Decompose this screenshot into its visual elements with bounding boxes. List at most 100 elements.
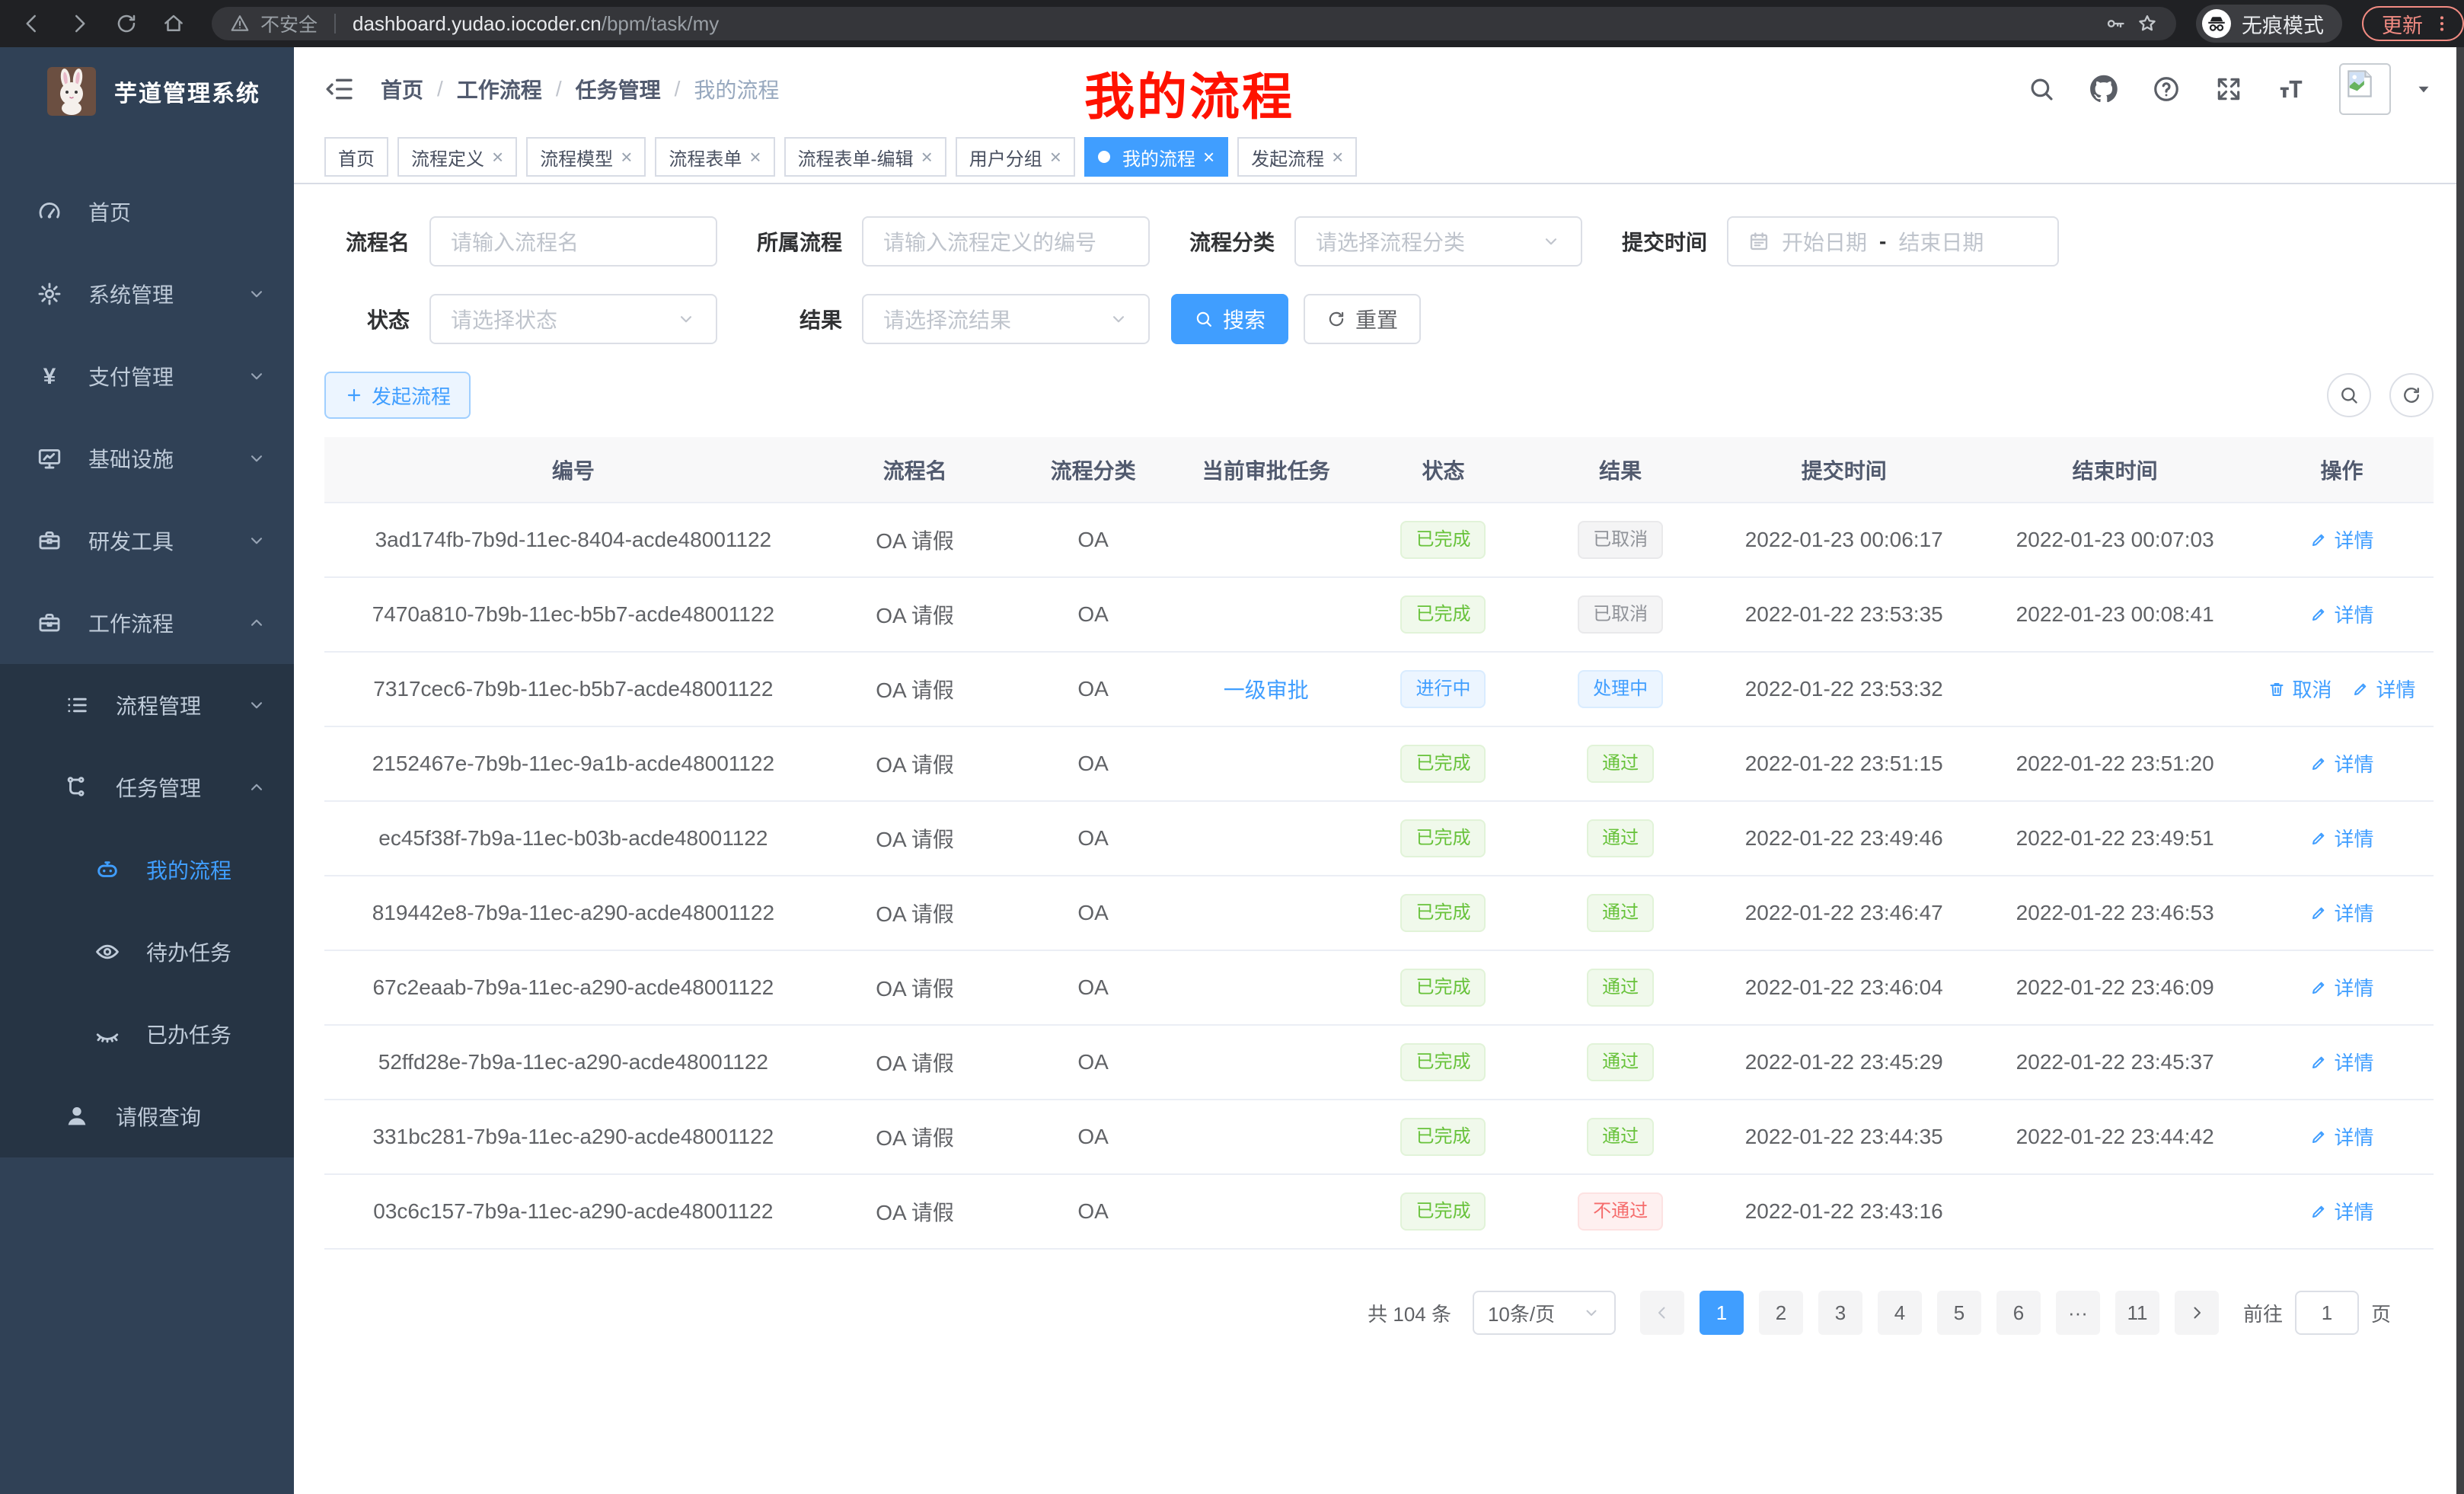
next-page-button[interactable]: [2175, 1291, 2219, 1335]
tab-process-form-edit[interactable]: 流程表单-编辑×: [784, 137, 946, 177]
window-scrollbar[interactable]: [2456, 47, 2464, 1494]
sidebar-item-system[interactable]: 系统管理: [0, 253, 294, 335]
reload-icon[interactable]: [113, 10, 140, 37]
process-name-input[interactable]: 请输入流程名: [429, 216, 717, 267]
avatar[interactable]: [2339, 63, 2391, 115]
process-category-select[interactable]: 请选择流程分类: [1294, 216, 1582, 267]
page-button[interactable]: 5: [1937, 1291, 1981, 1335]
tab-home[interactable]: 首页: [324, 137, 388, 177]
page-button[interactable]: 4: [1878, 1291, 1922, 1335]
help-icon[interactable]: [2152, 75, 2181, 104]
detail-link[interactable]: 详情: [2309, 1048, 2373, 1076]
process-definition-input[interactable]: 请输入流程定义的编号: [862, 216, 1150, 267]
breadcrumb-item[interactable]: 首页: [381, 74, 423, 104]
create-process-button[interactable]: 发起流程: [324, 372, 471, 419]
cell-submit-time: 2022-01-22 23:44:35: [1708, 1100, 1980, 1174]
placeholder: 请选择流结果: [883, 304, 1011, 334]
sidebar-item-payment[interactable]: ¥支付管理: [0, 335, 294, 417]
cell-process-name: OA 请假: [822, 652, 1008, 726]
tab-start-process[interactable]: 发起流程×: [1237, 137, 1357, 177]
detail-link[interactable]: 详情: [2309, 1122, 2373, 1151]
detail-link[interactable]: 详情: [2309, 600, 2373, 628]
cancel-label: 取消: [2292, 675, 2332, 703]
tab-process-definition[interactable]: 流程定义×: [397, 137, 517, 177]
chevron-down-icon: [1582, 1304, 1601, 1322]
toggle-search-button[interactable]: [2327, 373, 2371, 417]
page-button[interactable]: 2: [1759, 1291, 1803, 1335]
goto-page-input[interactable]: 1: [2295, 1291, 2359, 1335]
sidebar-item-home[interactable]: 首页: [0, 171, 294, 253]
submit-time-daterange[interactable]: 开始日期-结束日期: [1727, 216, 2059, 267]
breadcrumb-item[interactable]: 工作流程: [457, 74, 542, 104]
bookmark-star-icon[interactable]: [2137, 13, 2158, 34]
cell-current-task: [1179, 1025, 1354, 1100]
breadcrumb-item[interactable]: 任务管理: [576, 74, 661, 104]
fullscreen-icon[interactable]: [2214, 75, 2243, 104]
font-size-icon[interactable]: [2277, 75, 2306, 104]
detail-link[interactable]: 详情: [2351, 675, 2415, 703]
close-icon[interactable]: ×: [621, 147, 632, 167]
sidebar-item-process-mgmt[interactable]: 流程管理: [0, 664, 294, 746]
tab-my-process[interactable]: 我的流程×: [1084, 137, 1228, 177]
detail-link[interactable]: 详情: [2309, 749, 2373, 777]
sidebar-item-leave-query[interactable]: 请假查询: [0, 1075, 294, 1157]
table-toolbar: 发起流程: [324, 372, 2434, 419]
detail-link[interactable]: 详情: [2309, 899, 2373, 927]
placeholder: 请输入流程定义的编号: [883, 226, 1096, 257]
result-select[interactable]: 请选择流结果: [862, 294, 1150, 344]
github-icon[interactable]: [2089, 75, 2118, 104]
page-button[interactable]: 3: [1818, 1291, 1862, 1335]
edit-icon: [2309, 531, 2328, 549]
page-button[interactable]: 11: [2115, 1291, 2159, 1335]
placeholder: 请选择流程分类: [1316, 226, 1465, 257]
header-search-icon[interactable]: [2027, 75, 2056, 104]
close-icon[interactable]: ×: [1050, 147, 1061, 167]
sidebar-item-my-process[interactable]: 我的流程: [0, 828, 294, 911]
password-key-icon[interactable]: [2105, 13, 2126, 34]
home-icon[interactable]: [160, 10, 187, 37]
column-header: 结束时间: [1980, 437, 2250, 503]
forward-icon[interactable]: [65, 10, 93, 37]
cancel-link[interactable]: 取消: [2268, 675, 2332, 703]
refresh-table-button[interactable]: [2389, 373, 2434, 417]
app-title: 芋道管理系统: [114, 75, 260, 108]
tab-process-model[interactable]: 流程模型×: [526, 137, 646, 177]
avatar-caret-icon[interactable]: [2414, 79, 2434, 99]
back-icon[interactable]: [18, 10, 46, 37]
detail-link[interactable]: 详情: [2309, 973, 2373, 1001]
close-icon[interactable]: ×: [492, 147, 503, 167]
sidebar-item-task-mgmt[interactable]: 任务管理: [0, 746, 294, 828]
current-task-link[interactable]: 一级审批: [1224, 678, 1309, 702]
sidebar-fold-icon[interactable]: [324, 74, 355, 104]
sidebar-item-infrastructure[interactable]: 基础设施: [0, 417, 294, 500]
page-button[interactable]: 1: [1700, 1291, 1744, 1335]
reset-button[interactable]: 重置: [1304, 294, 1421, 344]
sidebar-item-workflow[interactable]: 工作流程: [0, 582, 294, 664]
close-icon[interactable]: ×: [1332, 147, 1343, 167]
cell-id: 3ad174fb-7b9d-11ec-8404-acde48001122: [324, 503, 822, 577]
detail-link[interactable]: 详情: [2309, 525, 2373, 554]
filter-label: 提交时间: [1593, 226, 1707, 257]
page-button[interactable]: 6: [1996, 1291, 2041, 1335]
page-ellipsis[interactable]: ···: [2056, 1291, 2100, 1335]
tab-process-form[interactable]: 流程表单×: [655, 137, 774, 177]
tab-user-group[interactable]: 用户分组×: [956, 137, 1075, 177]
incognito-badge: 无痕模式: [2196, 5, 2342, 43]
status-select[interactable]: 请选择状态: [429, 294, 717, 344]
detail-link[interactable]: 详情: [2309, 1197, 2373, 1225]
url-bar[interactable]: 不安全 dashboard.yudao.iocoder.cn/bpm/task/…: [212, 7, 2176, 40]
sidebar: 芋道管理系统 首页系统管理¥支付管理基础设施研发工具工作流程流程管理任务管理我的…: [0, 47, 294, 1494]
sidebar-item-todo-tasks[interactable]: 待办任务: [0, 911, 294, 993]
browser-menu-icon[interactable]: [2432, 14, 2452, 34]
close-icon[interactable]: ×: [749, 147, 761, 167]
detail-link[interactable]: 详情: [2309, 824, 2373, 852]
update-button[interactable]: 更新: [2362, 6, 2464, 41]
prev-page-button[interactable]: [1640, 1291, 1684, 1335]
search-button[interactable]: 搜索: [1171, 294, 1288, 344]
sidebar-item-devtools[interactable]: 研发工具: [0, 500, 294, 582]
sidebar-item-done-tasks[interactable]: 已办任务: [0, 993, 294, 1075]
robot-icon: [94, 857, 123, 883]
page-size-select[interactable]: 10条/页: [1473, 1291, 1616, 1335]
close-icon[interactable]: ×: [1203, 147, 1214, 167]
close-icon[interactable]: ×: [921, 147, 933, 167]
